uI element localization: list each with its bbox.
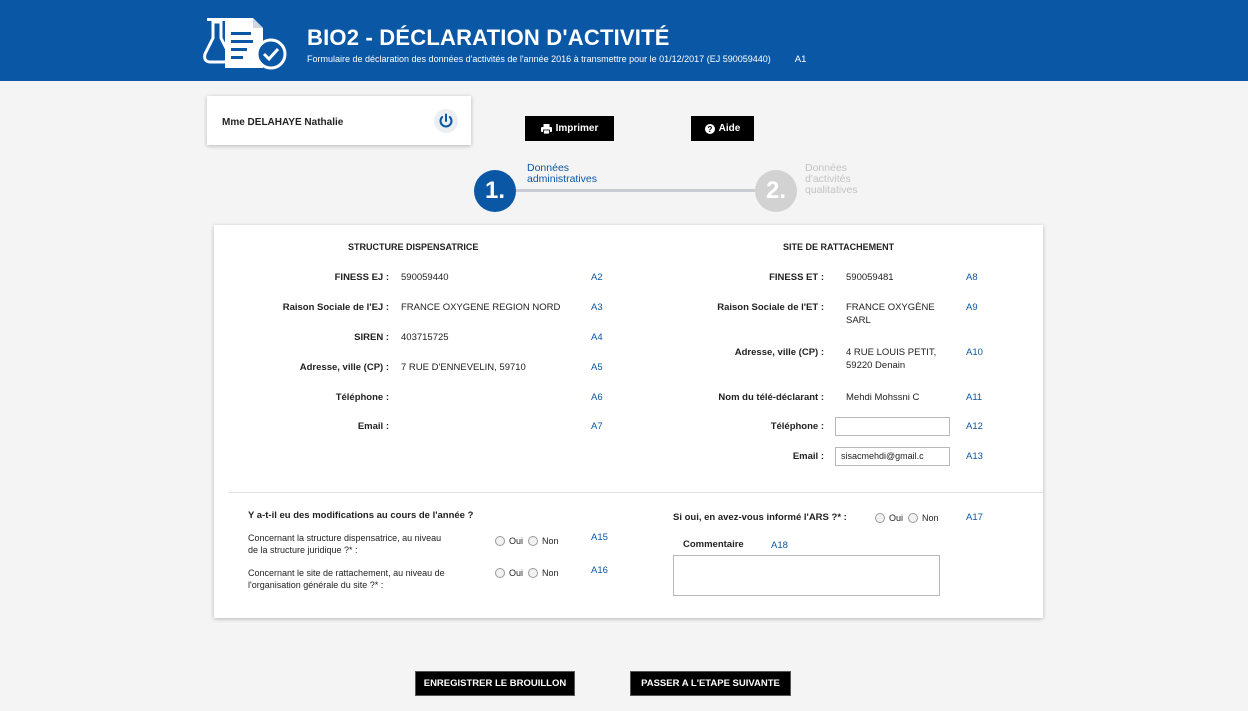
step-2-label-line3: qualitatives (805, 184, 858, 196)
adresse-et-value-line1: 4 RUE LOUIS PETIT, (846, 347, 937, 358)
q2-text-line2: l'organisation générale du site ?* : (248, 580, 384, 590)
field-code-a18: A18 (771, 540, 788, 551)
step-1-circle[interactable]: 1. (474, 170, 516, 212)
telephone-ej-label: Téléphone : (335, 392, 389, 403)
print-icon (540, 123, 552, 134)
help-icon: ? (704, 123, 715, 134)
finess-ej-label: FINESS EJ : (334, 272, 389, 283)
raison-et-value-line1: FRANCE OXYGÈNE (846, 302, 935, 313)
finess-ej-value: 590059440 (401, 272, 449, 283)
form-panel: STRUCTURE DISPENSATRICE FINESS EJ : 5900… (214, 225, 1043, 618)
ars-oui-radio[interactable] (875, 513, 885, 523)
section-divider (228, 492, 1043, 493)
subtitle-text: Formulaire de déclaration des données d'… (307, 54, 771, 64)
ars-non-radio[interactable] (908, 513, 919, 523)
telephone-et-input[interactable] (835, 417, 950, 436)
ars-oui-label: Oui (889, 513, 904, 523)
page-title: BIO2 - DÉCLARATION D'ACTIVITÉ (307, 25, 670, 50)
comment-label: Commentaire (683, 539, 744, 550)
field-code-a8: A8 (966, 272, 978, 283)
q1-oui-label: Oui (509, 536, 524, 546)
field-code-a13: A13 (966, 451, 983, 462)
adresse-et-value-line2: 59220 Denain (846, 360, 906, 371)
q2-radio-group: Oui Non (495, 568, 562, 578)
q1-non-radio[interactable] (528, 536, 539, 546)
raison-et-value: FRANCE OXYGÈNE SARL (846, 301, 935, 327)
field-code-a10: A10 (966, 347, 983, 358)
field-code-a15: A15 (591, 532, 608, 543)
field-code-a9: A9 (966, 302, 978, 313)
stepper-line (516, 189, 756, 192)
raison-ej-value: FRANCE OXYGENE REGION NORD (401, 302, 561, 313)
comment-textarea[interactable] (673, 555, 940, 596)
site-title: SITE DE RATTACHEMENT (783, 242, 895, 252)
user-box: Mme DELAHAYE Nathalie (207, 96, 471, 145)
field-code-a7: A7 (591, 421, 603, 432)
user-name: Mme DELAHAYE Nathalie (222, 117, 344, 128)
step-2-circle[interactable]: 2. (755, 170, 797, 212)
adresse-ej-value: 7 RUE D'ENNEVELIN, 59710 (401, 362, 526, 373)
email-et-label: Email : (792, 451, 824, 462)
q1-radio-group: Oui Non (495, 536, 562, 546)
print-label: Imprimer (555, 123, 599, 134)
siren-value: 403715725 (401, 332, 449, 343)
step-1-label-line2: administratives (527, 173, 598, 185)
raison-et-label: Raison Sociale de l'ET : (717, 302, 824, 313)
telephone-et-label: Téléphone : (770, 421, 824, 432)
field-code-a12: A12 (966, 421, 983, 432)
declarant-label: Nom du télé-déclarant : (718, 392, 824, 403)
q2-non-radio[interactable] (528, 568, 539, 578)
ars-non-label: Non (922, 513, 939, 523)
step-1-label: Données administratives (527, 163, 597, 185)
modifications-question: Y a-t-il eu des modifications au cours d… (248, 510, 474, 521)
lab-document-logo-icon (203, 14, 293, 74)
q2-text-line1: Concernant le site de rattachement, au n… (248, 568, 445, 578)
field-code-a2: A2 (591, 272, 603, 283)
email-et-input[interactable]: sisacmehdi@gmail.c (835, 447, 950, 466)
q2-non-label: Non (542, 568, 559, 578)
next-step-button[interactable]: PASSER A L'ETAPE SUIVANTE (630, 671, 791, 696)
step-2-label: Données d'activités qualitatives (805, 163, 875, 196)
finess-et-value: 590059481 (846, 272, 894, 283)
raison-ej-label: Raison Sociale de l'EJ : (282, 302, 389, 313)
q2-oui-radio[interactable] (495, 568, 505, 578)
structure-title: STRUCTURE DISPENSATRICE (348, 242, 479, 252)
save-draft-button[interactable]: ENREGISTRER LE BROUILLON (415, 671, 575, 696)
q1-text: Concernant la structure dispensatrice, a… (248, 532, 441, 556)
field-code-a4: A4 (591, 332, 603, 343)
q2-text: Concernant le site de rattachement, au n… (248, 567, 445, 591)
power-icon[interactable] (434, 109, 458, 133)
page-subtitle: Formulaire de déclaration des données d'… (307, 54, 806, 65)
field-code-a11: A11 (966, 392, 983, 403)
ars-question: Si oui, en avez-vous informé l'ARS ?* : (673, 512, 847, 523)
field-code-a5: A5 (591, 362, 603, 373)
siren-label: SIREN : (354, 332, 389, 343)
q1-oui-radio[interactable] (495, 536, 505, 546)
field-code-a3: A3 (591, 302, 603, 313)
field-code-a16: A16 (591, 565, 608, 576)
app-header: BIO2 - DÉCLARATION D'ACTIVITÉ Formulaire… (0, 0, 1248, 81)
email-ej-label: Email : (357, 421, 389, 432)
adresse-et-label: Adresse, ville (CP) : (734, 347, 824, 358)
adresse-et-value: 4 RUE LOUIS PETIT, 59220 Denain (846, 346, 936, 372)
q1-text-line2: de la structure juridique ?* : (248, 545, 358, 555)
q1-non-label: Non (542, 536, 559, 546)
q2-oui-label: Oui (509, 568, 524, 578)
help-button[interactable]: ? Aide (691, 116, 754, 141)
field-code-a6: A6 (591, 392, 603, 403)
ars-radio-group: Oui Non (875, 513, 942, 523)
q1-text-line1: Concernant la structure dispensatrice, a… (248, 533, 442, 543)
raison-et-value-line2: SARL (846, 315, 871, 326)
field-code-a17: A17 (966, 512, 983, 523)
declarant-value: Mehdi Mohssni C (846, 392, 920, 403)
svg-text:?: ? (707, 125, 712, 134)
finess-et-label: FINESS ET : (769, 272, 824, 283)
help-label: Aide (718, 123, 741, 134)
field-code-a1: A1 (794, 54, 807, 65)
adresse-ej-label: Adresse, ville (CP) : (299, 362, 389, 373)
print-button[interactable]: Imprimer (525, 116, 614, 141)
